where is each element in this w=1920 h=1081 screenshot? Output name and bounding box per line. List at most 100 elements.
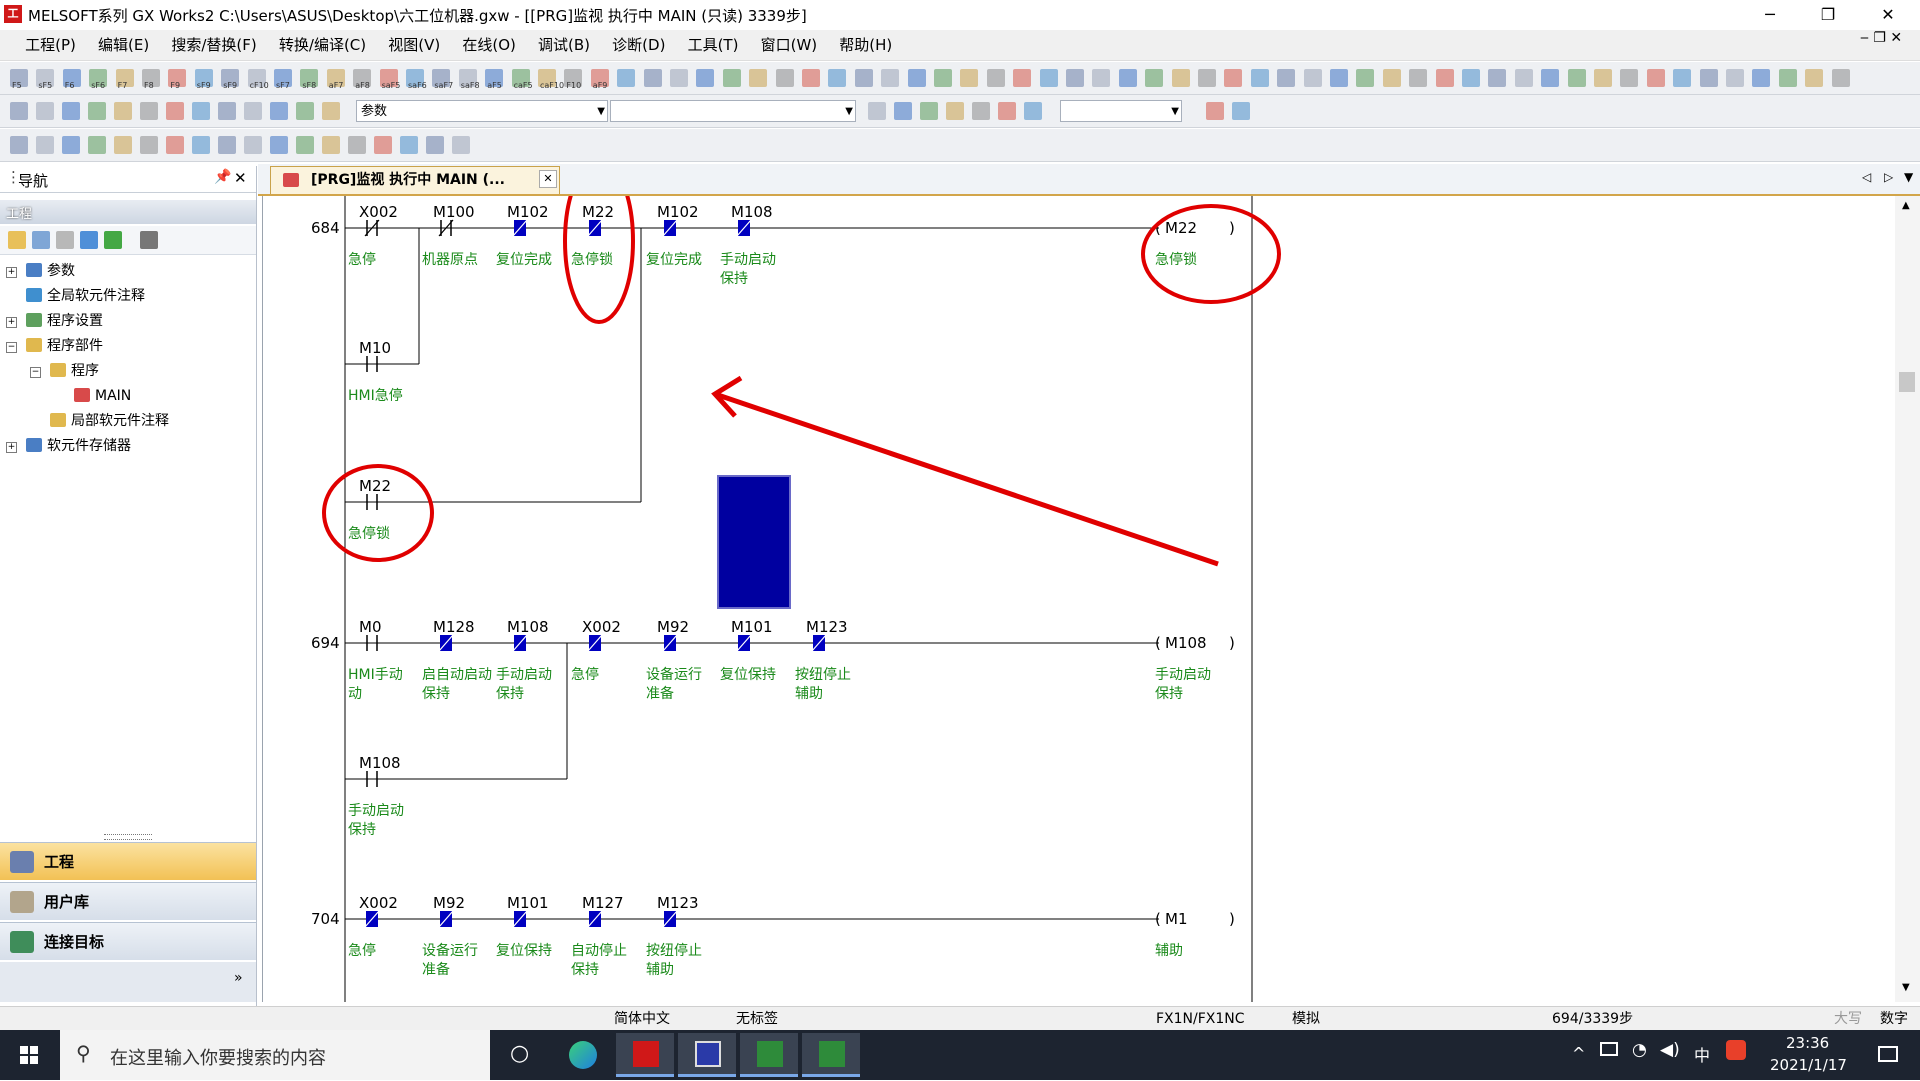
vertical-scrollbar[interactable]: ▲ ▼ xyxy=(1895,196,1920,1002)
toolbar-button-icon[interactable] xyxy=(854,69,873,87)
toolbar-button-icon[interactable] xyxy=(986,69,1005,87)
toolbar-button-icon[interactable] xyxy=(244,102,262,120)
close-tab-icon[interactable]: ✕ xyxy=(539,170,557,188)
tree-item-parameter[interactable]: 参数 xyxy=(26,260,75,282)
sogou-ime-icon[interactable] xyxy=(1726,1040,1746,1060)
pin-icon[interactable]: 📌 xyxy=(214,169,231,185)
menu-debug[interactable]: 调试(B) xyxy=(529,30,599,60)
toolbar-button-icon[interactable] xyxy=(775,69,794,87)
toolbar-button-icon[interactable] xyxy=(1171,69,1190,87)
close-button[interactable]: ✕ xyxy=(1860,0,1916,30)
ladder-editor[interactable]: 684 X002 急停 M100 机器原点 M102 复位完成 M22 急停锁 M102 复位完成 M… xyxy=(262,196,1896,1002)
toolbar-button-icon[interactable] xyxy=(1409,69,1428,87)
menu-view[interactable]: 视图(V) xyxy=(379,30,449,60)
property-icon[interactable] xyxy=(80,231,98,249)
toolbar-button-icon[interactable] xyxy=(166,136,184,154)
menu-window[interactable]: 窗口(W) xyxy=(752,30,827,60)
menu-convert[interactable]: 转换/编译(C) xyxy=(270,30,375,60)
toolbar-button-icon[interactable] xyxy=(1330,69,1348,87)
toolbar-button-icon[interactable] xyxy=(998,102,1016,120)
battery-icon[interactable] xyxy=(1600,1042,1618,1056)
toolbar-button-icon[interactable] xyxy=(1567,69,1586,87)
toolbar-button-icon[interactable] xyxy=(140,136,158,154)
menu-online[interactable]: 在线(O) xyxy=(453,30,525,60)
toolbar-button-icon[interactable] xyxy=(1277,69,1296,87)
chevron-down-icon[interactable]: ▼ xyxy=(1904,170,1913,184)
toolbar-button-icon[interactable] xyxy=(802,69,820,87)
parameter-combo[interactable]: 参数 ▼ xyxy=(356,100,608,122)
toolbar-button-icon[interactable] xyxy=(1805,69,1824,87)
toolbar-button-icon[interactable] xyxy=(1356,69,1375,87)
program-combo[interactable]: ▼ xyxy=(610,100,856,122)
toolbar-button-icon[interactable] xyxy=(114,102,132,120)
toolbar-button-icon[interactable] xyxy=(1514,69,1533,87)
tab-main-monitor[interactable]: [PRG]监视 执行中 MAIN (... ✕ xyxy=(270,166,560,194)
toolbar-button-icon[interactable] xyxy=(1726,69,1744,87)
nav-tab-project[interactable]: 工程 xyxy=(0,842,256,880)
toolbar-button-icon[interactable] xyxy=(1206,102,1224,120)
tree-item-program-setting[interactable]: 程序设置 xyxy=(26,310,103,332)
toolbar-button-icon[interactable] xyxy=(1620,69,1639,87)
toolbar-button-icon[interactable] xyxy=(426,136,444,154)
toolbar-button-icon[interactable] xyxy=(296,136,314,154)
collapse-icon[interactable]: − xyxy=(30,367,41,378)
toolbar-button-icon[interactable] xyxy=(348,136,366,154)
scrollbar-thumb[interactable] xyxy=(1899,372,1915,392)
toolbar-button-icon[interactable] xyxy=(114,136,132,154)
gxworks-taskbar-button[interactable] xyxy=(616,1033,674,1077)
toolbar-button-icon[interactable] xyxy=(907,69,926,87)
toolbar-button-icon[interactable] xyxy=(1145,69,1164,87)
toolbar-button-icon[interactable] xyxy=(1232,102,1250,120)
toolbar-button-icon[interactable] xyxy=(1198,69,1216,87)
clock-time[interactable]: 23:36 xyxy=(1786,1034,1829,1052)
toolbar-button-icon[interactable] xyxy=(1039,69,1058,87)
toolbar-button-icon[interactable] xyxy=(868,102,886,120)
edge-button[interactable] xyxy=(554,1033,612,1077)
toolbar-button-icon[interactable] xyxy=(1303,69,1322,87)
tree-item-local-comment[interactable]: 局部软元件注释 xyxy=(50,410,169,432)
scroll-up-icon[interactable]: ▲ xyxy=(1902,200,1910,211)
toolbar-button-icon[interactable] xyxy=(1224,69,1243,87)
chevron-double-down-icon[interactable]: » xyxy=(234,970,243,986)
toolbar-button-icon[interactable] xyxy=(1382,69,1401,87)
scroll-down-icon[interactable]: ▼ xyxy=(1902,982,1910,993)
toolbar-button-icon[interactable] xyxy=(322,136,340,154)
toolbar-button-icon[interactable] xyxy=(62,102,80,120)
menu-diagnostics[interactable]: 诊断(D) xyxy=(603,30,674,60)
start-button[interactable] xyxy=(0,1033,58,1077)
toolbar-button-icon[interactable] xyxy=(1831,69,1850,87)
paste-icon[interactable] xyxy=(56,231,74,249)
app2-taskbar-button[interactable] xyxy=(678,1033,736,1077)
toolbar-button-icon[interactable] xyxy=(696,69,715,87)
toolbar-button-icon[interactable] xyxy=(1462,69,1480,87)
toolbar-button-icon[interactable] xyxy=(452,136,470,154)
menu-project[interactable]: 工程(P) xyxy=(16,30,85,60)
toolbar-button-icon[interactable] xyxy=(1250,69,1269,87)
splitter-grip[interactable] xyxy=(104,834,152,840)
toolbar-button-icon[interactable] xyxy=(270,102,288,120)
toolbar-button-icon[interactable] xyxy=(218,136,236,154)
toolbar-button-icon[interactable] xyxy=(10,136,28,154)
toolbar-button-icon[interactable] xyxy=(88,136,106,154)
menu-help[interactable]: 帮助(H) xyxy=(830,30,901,60)
menu-find-replace[interactable]: 搜索/替换(F) xyxy=(162,30,265,60)
mdi-controls[interactable]: ‒ ❐ ✕ xyxy=(1860,30,1902,46)
toolbar-button-icon[interactable] xyxy=(166,102,184,120)
toolbar-button-icon[interactable] xyxy=(1118,69,1137,87)
tree-item-program[interactable]: 程序 xyxy=(50,360,99,382)
speaker-icon[interactable]: ◀) xyxy=(1660,1040,1680,1060)
toolbar-button-icon[interactable] xyxy=(1066,69,1084,87)
minimize-button[interactable]: ─ xyxy=(1742,0,1798,30)
task-view-button[interactable]: ○ xyxy=(492,1033,550,1077)
toolbar-button-icon[interactable] xyxy=(670,69,688,87)
toolbar-button-icon[interactable] xyxy=(1092,69,1111,87)
toolbar-button-icon[interactable] xyxy=(1024,102,1042,120)
tree-item-device-memory[interactable]: 软元件存储器 xyxy=(26,435,131,457)
toolbar-button-icon[interactable] xyxy=(1752,69,1771,87)
toolbar-button-icon[interactable] xyxy=(192,136,210,154)
toolbar-button-icon[interactable] xyxy=(218,102,236,120)
tree-item-main[interactable]: MAIN xyxy=(74,385,132,407)
toolbar-button-icon[interactable] xyxy=(36,102,54,120)
toolbar-button-icon[interactable] xyxy=(1013,69,1032,87)
toolbar-button-icon[interactable] xyxy=(828,69,847,87)
